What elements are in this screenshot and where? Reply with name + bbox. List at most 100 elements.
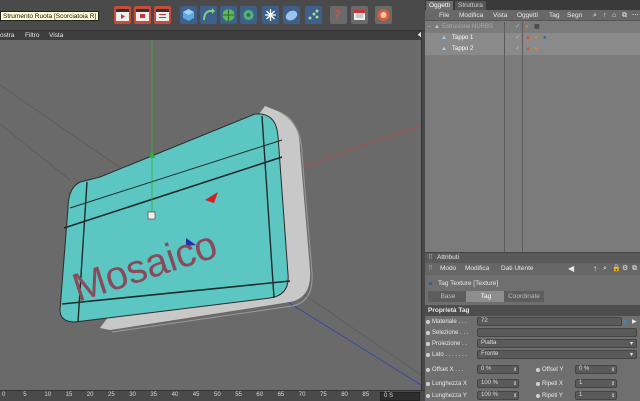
search-icon[interactable]: ⌕: [593, 10, 597, 21]
menu-modo[interactable]: Modo: [440, 263, 456, 275]
animate-dot-icon[interactable]: [536, 394, 540, 398]
up-arrow-icon[interactable]: ↑: [603, 10, 607, 21]
menu-segn[interactable]: Segn: [567, 10, 582, 21]
viewport-canvas[interactable]: Mosaico: [0, 40, 421, 390]
sphere-grid-icon[interactable]: [220, 6, 237, 24]
record-clapper-icon[interactable]: [134, 6, 151, 24]
menu-vista[interactable]: Vista: [493, 10, 507, 21]
grip-icon[interactable]: ⠿: [428, 253, 433, 263]
animate-dot-icon[interactable]: [536, 368, 540, 372]
chevron-down-icon[interactable]: ▾: [630, 339, 633, 349]
warning-tag-icon[interactable]: ▲: [525, 44, 531, 55]
home-icon[interactable]: ⌂: [612, 10, 616, 21]
play-clapper-icon[interactable]: [114, 6, 131, 24]
materiale-field[interactable]: 72: [477, 317, 622, 326]
timeline-ruler[interactable]: 0510152025303540455055606570758085900 S: [0, 390, 425, 401]
proiezione-select[interactable]: Piatta: [477, 339, 637, 348]
lato-select[interactable]: Fronte: [477, 350, 637, 359]
frame-field[interactable]: 0 S: [380, 392, 420, 401]
tab-base[interactable]: Base: [428, 291, 468, 302]
tab-coordinate[interactable]: Coordinate: [504, 291, 544, 302]
menu-tag[interactable]: Tag: [549, 10, 559, 21]
back-arrow-icon[interactable]: ◀: [568, 263, 574, 275]
viewport-menu-vista[interactable]: Vista: [49, 31, 63, 40]
objects-tabs: Oggetti Struttura: [425, 0, 640, 10]
animate-dot-icon[interactable]: [426, 368, 430, 372]
animate-dot-icon[interactable]: [426, 320, 430, 324]
render-settings-icon[interactable]: [375, 6, 392, 24]
arrow-right-icon[interactable]: ▶: [632, 317, 637, 327]
cube-icon[interactable]: [180, 6, 197, 24]
column-divider[interactable]: [522, 22, 523, 252]
objects-menu: File Modifica Vista Oggetti Tag Segn ⌕ ↑…: [425, 10, 640, 21]
menu-file[interactable]: File: [439, 10, 449, 21]
viewport-menu-filter[interactable]: Filtro: [25, 31, 39, 40]
texture-tag-icon[interactable]: ●: [543, 33, 547, 44]
snowflake-icon[interactable]: [262, 6, 279, 24]
animate-dot-icon[interactable]: [426, 382, 430, 386]
animate-dot-icon[interactable]: [536, 382, 540, 386]
stepper-icon[interactable]: ⇕: [611, 391, 615, 401]
maximize-view-icon[interactable]: ▫: [418, 31, 420, 40]
3d-viewport[interactable]: Mosaico: [0, 40, 421, 390]
material-tag-icon[interactable]: ●: [534, 33, 538, 44]
menu-oggetti[interactable]: Oggetti: [517, 10, 538, 21]
enable-check-icon[interactable]: ✓: [515, 22, 520, 33]
lock-icon[interactable]: 🔒: [612, 263, 621, 275]
menu-dati-utente[interactable]: Dati Utente: [501, 263, 534, 275]
animate-dot-icon[interactable]: [426, 342, 430, 346]
enable-check-icon[interactable]: ✓: [515, 33, 520, 44]
tab-tag[interactable]: Tag: [466, 291, 506, 302]
stepper-icon[interactable]: ⇕: [611, 365, 615, 375]
settings-icon[interactable]: ⚙: [622, 263, 628, 275]
selezione-field[interactable]: [477, 328, 637, 337]
particles-icon[interactable]: [305, 6, 322, 24]
tab-structure[interactable]: Struttura: [455, 1, 486, 10]
tag-title: ● Tag Texture [Texture]: [425, 277, 640, 290]
list-item-tappo1[interactable]: ▲ Tappo 1 ⁚ ✓ ▲ ● ●: [425, 33, 640, 44]
cap-icon: ▲: [441, 35, 447, 41]
warning-tag-icon[interactable]: ▲: [525, 33, 531, 44]
column-divider[interactable]: [504, 22, 505, 252]
offset-y-label: Offset Y: [542, 367, 564, 373]
new-window-icon[interactable]: ⧉: [622, 10, 627, 21]
collapse-icon[interactable]: –: [427, 22, 430, 33]
up-arrow-icon[interactable]: ↑: [593, 263, 597, 275]
stepper-icon[interactable]: ⇕: [513, 365, 517, 375]
search-icon[interactable]: ⌕: [603, 263, 607, 275]
visibility-dots-icon[interactable]: ⁚: [507, 44, 509, 55]
stepper-icon[interactable]: ⇕: [611, 379, 615, 389]
chevron-down-icon[interactable]: ▾: [630, 350, 633, 360]
timeline-tick: 0: [2, 392, 6, 398]
animate-dot-icon[interactable]: [426, 394, 430, 398]
grip-icon[interactable]: ⠿: [428, 263, 433, 275]
gear-object-icon[interactable]: [240, 6, 257, 24]
bend-arrow-icon[interactable]: [200, 6, 217, 24]
more-icon[interactable]: ⋯: [632, 10, 639, 21]
list-item-tappo2[interactable]: ▲ Tappo 2 ⁚ ✓ ▲ ●: [425, 44, 640, 55]
question-icon[interactable]: ?: [330, 6, 347, 24]
material-tag-icon[interactable]: ●: [534, 44, 538, 55]
render-clapper-icon[interactable]: [154, 6, 171, 24]
viewport-menu-view[interactable]: ostra: [0, 31, 14, 40]
animate-dot-icon[interactable]: [426, 353, 430, 357]
material-tag-icon[interactable]: ●: [525, 22, 529, 33]
menu-modifica[interactable]: Modifica: [459, 10, 483, 21]
material-preview-icon[interactable]: ●: [623, 317, 628, 327]
animate-dot-icon[interactable]: [426, 331, 430, 335]
menu-modifica[interactable]: Modifica: [465, 263, 489, 275]
tab-objects[interactable]: Oggetti: [426, 1, 453, 10]
list-item-estrusione[interactable]: – ▲ Estrusione NURBS ⁚ ✓ ● ▦: [425, 22, 640, 33]
visibility-dots-icon[interactable]: ⁚: [507, 33, 509, 44]
attribute-subtabs: Base Tag Coordinate: [425, 291, 640, 302]
checker-tag-icon[interactable]: ▦: [534, 22, 540, 33]
stepper-icon[interactable]: ⇕: [513, 391, 517, 401]
stepper-icon[interactable]: ⇕: [513, 379, 517, 389]
visibility-dots-icon[interactable]: ⁚: [507, 22, 509, 33]
camera-icon[interactable]: [283, 6, 300, 24]
new-window-icon[interactable]: ⧉: [632, 263, 637, 275]
attributes-title: Attributi: [437, 254, 460, 261]
calendar-icon[interactable]: [351, 6, 368, 24]
enable-check-icon[interactable]: ✓: [515, 44, 520, 55]
prop-selezione: Selezione . . .: [425, 328, 640, 338]
